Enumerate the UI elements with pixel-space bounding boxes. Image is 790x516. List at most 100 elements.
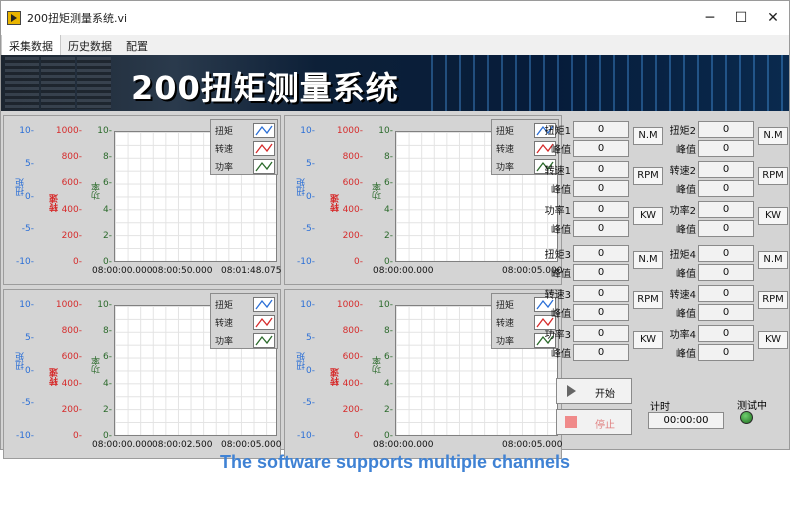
speed-axis-name: 转速 xyxy=(331,194,341,212)
banner-title: 200扭矩测量系统 xyxy=(131,69,399,107)
torque-peak-display: 0 xyxy=(698,264,754,281)
power-tick-label: 8- xyxy=(384,326,393,337)
start-button-label: 开始 xyxy=(595,389,615,400)
app-window: 200扭矩测量系统.vi ─ ☐ ✕ 采集数据 历史数据 配置 200扭矩测量系… xyxy=(0,0,790,459)
power-channel-label: 功率3 xyxy=(544,330,571,341)
x-axis-start-label: 08:00:00.000 xyxy=(373,440,434,450)
testing-label: 测试中 xyxy=(737,401,767,412)
banner-server-rack xyxy=(5,57,39,109)
power-tick-label: 2- xyxy=(103,230,112,241)
power-unit-label: KW xyxy=(633,331,663,349)
power-peak-label: 峰值 xyxy=(551,225,571,236)
legend-item-torque[interactable]: 扭矩 xyxy=(215,122,277,139)
banner-server-rack xyxy=(41,57,75,109)
maximize-button[interactable]: ☐ xyxy=(724,1,758,35)
legend-swatch-power xyxy=(253,333,275,348)
legend-label: 扭矩 xyxy=(215,127,234,137)
torque-peak-label: 峰值 xyxy=(551,145,571,156)
tab-acquire-data[interactable]: 采集数据 xyxy=(1,35,61,55)
timer-label: 计时 xyxy=(650,402,670,413)
x-axis-end-label: 08:01:48.075 xyxy=(221,266,282,276)
stop-button[interactable]: 停止 xyxy=(556,409,632,435)
power-axis-name: 功率 xyxy=(92,182,102,200)
tab-bar: 采集数据 历史数据 配置 xyxy=(1,35,789,55)
torque-value-display: 0 xyxy=(698,245,754,262)
speed-axis-name: 转速 xyxy=(331,368,341,386)
power-peak-display: 0 xyxy=(573,220,629,237)
power-axis-name: 功率 xyxy=(92,356,102,374)
torque-unit-label: N.M xyxy=(758,251,788,269)
power-tick-label: 6- xyxy=(103,352,112,363)
labview-vi-icon xyxy=(7,11,21,25)
torque-unit-label: N.M xyxy=(758,127,788,145)
x-axis-start-label: 08:00:00.000 xyxy=(92,266,153,276)
speed-unit-label: RPM xyxy=(633,167,663,185)
speed-channel-label: 转速1 xyxy=(544,166,571,177)
speed-peak-label: 峰值 xyxy=(676,309,696,320)
speed-peak-display: 0 xyxy=(698,304,754,321)
tab-history-data[interactable]: 历史数据 xyxy=(61,35,119,55)
legend-item-power[interactable]: 功率 xyxy=(215,332,277,349)
speed-channel-label: 转速2 xyxy=(669,166,696,177)
chart-panel: 10- 5- 0- -5- -10- 1000- 800- 600- 400- 200- 0- 10-… xyxy=(3,115,281,285)
speed-peak-display: 0 xyxy=(698,180,754,197)
power-tick-label: 8- xyxy=(103,152,112,163)
tab-config[interactable]: 配置 xyxy=(119,35,155,55)
torque-peak-label: 峰值 xyxy=(551,269,571,280)
speed-unit-label: RPM xyxy=(758,167,788,185)
power-tick-label: 2- xyxy=(384,230,393,241)
banner: 200扭矩测量系统 xyxy=(1,55,789,111)
caption: The software supports multiple channels xyxy=(219,452,571,472)
power-unit-label: KW xyxy=(758,207,788,225)
legend-swatch-torque xyxy=(253,297,275,312)
banner-data-stream xyxy=(431,55,789,111)
window-title: 200扭矩测量系统.vi xyxy=(27,12,128,25)
legend-label: 扭矩 xyxy=(496,127,515,137)
power-peak-display: 0 xyxy=(573,344,629,361)
title-bar: 200扭矩测量系统.vi ─ ☐ ✕ xyxy=(1,1,789,35)
speed-channel-label: 转速4 xyxy=(669,290,696,301)
torque-value-display: 0 xyxy=(698,121,754,138)
power-tick-label: 10- xyxy=(378,126,393,136)
power-value-display: 0 xyxy=(698,201,754,218)
x-axis-mid-label: 08:00:50.000 xyxy=(152,266,213,276)
close-button[interactable]: ✕ xyxy=(756,1,790,35)
start-button[interactable]: 开始 xyxy=(556,378,632,404)
power-channel-label: 功率2 xyxy=(669,206,696,217)
legend-item-speed[interactable]: 转速 xyxy=(215,140,277,157)
legend-swatch-torque xyxy=(253,123,275,138)
power-tick-label: 8- xyxy=(384,152,393,163)
power-value-display: 0 xyxy=(698,325,754,342)
minimize-button[interactable]: ─ xyxy=(693,1,727,35)
torque-peak-display: 0 xyxy=(573,140,629,157)
legend-item-torque[interactable]: 扭矩 xyxy=(215,296,277,313)
torque-peak-label: 峰值 xyxy=(676,269,696,280)
power-peak-label: 峰值 xyxy=(551,349,571,360)
legend-item-power[interactable]: 功率 xyxy=(215,158,277,175)
torque-peak-display: 0 xyxy=(698,140,754,157)
x-axis-end-label: 08:00:05.000 xyxy=(221,440,282,450)
speed-channel-label: 转速3 xyxy=(544,290,571,301)
power-peak-display: 0 xyxy=(698,220,754,237)
speed-peak-display: 0 xyxy=(573,304,629,321)
legend-label: 功率 xyxy=(496,163,515,173)
power-tick-label: 10- xyxy=(97,300,112,310)
power-tick-label: 2- xyxy=(103,404,112,415)
speed-value-display: 0 xyxy=(698,161,754,178)
legend-label: 转速 xyxy=(215,145,234,155)
power-tick-label: 4- xyxy=(103,378,112,389)
timer-display: 00:00:00 xyxy=(648,412,724,429)
chart-legend: 扭矩 转速 功率 xyxy=(210,119,278,175)
speed-peak-label: 峰值 xyxy=(551,309,571,320)
torque-value-display: 0 xyxy=(573,121,629,138)
chart-panel: 10- 5- 0- -5- -10- 1000- 800- 600- 400- 200- 0- 10-… xyxy=(3,289,281,459)
power-value-display: 0 xyxy=(573,201,629,218)
chart-panel: 10- 5- 0- -5- -10- 1000- 800- 600- 400- 200- 0- 10-… xyxy=(284,115,562,285)
banner-server-rack xyxy=(77,57,111,109)
speed-peak-display: 0 xyxy=(573,180,629,197)
power-tick-label: 4- xyxy=(384,204,393,215)
power-unit-label: KW xyxy=(633,207,663,225)
torque-channel-label: 扭矩2 xyxy=(669,126,696,137)
torque-axis-name: 扭矩 xyxy=(16,352,26,370)
legend-item-speed[interactable]: 转速 xyxy=(215,314,277,331)
